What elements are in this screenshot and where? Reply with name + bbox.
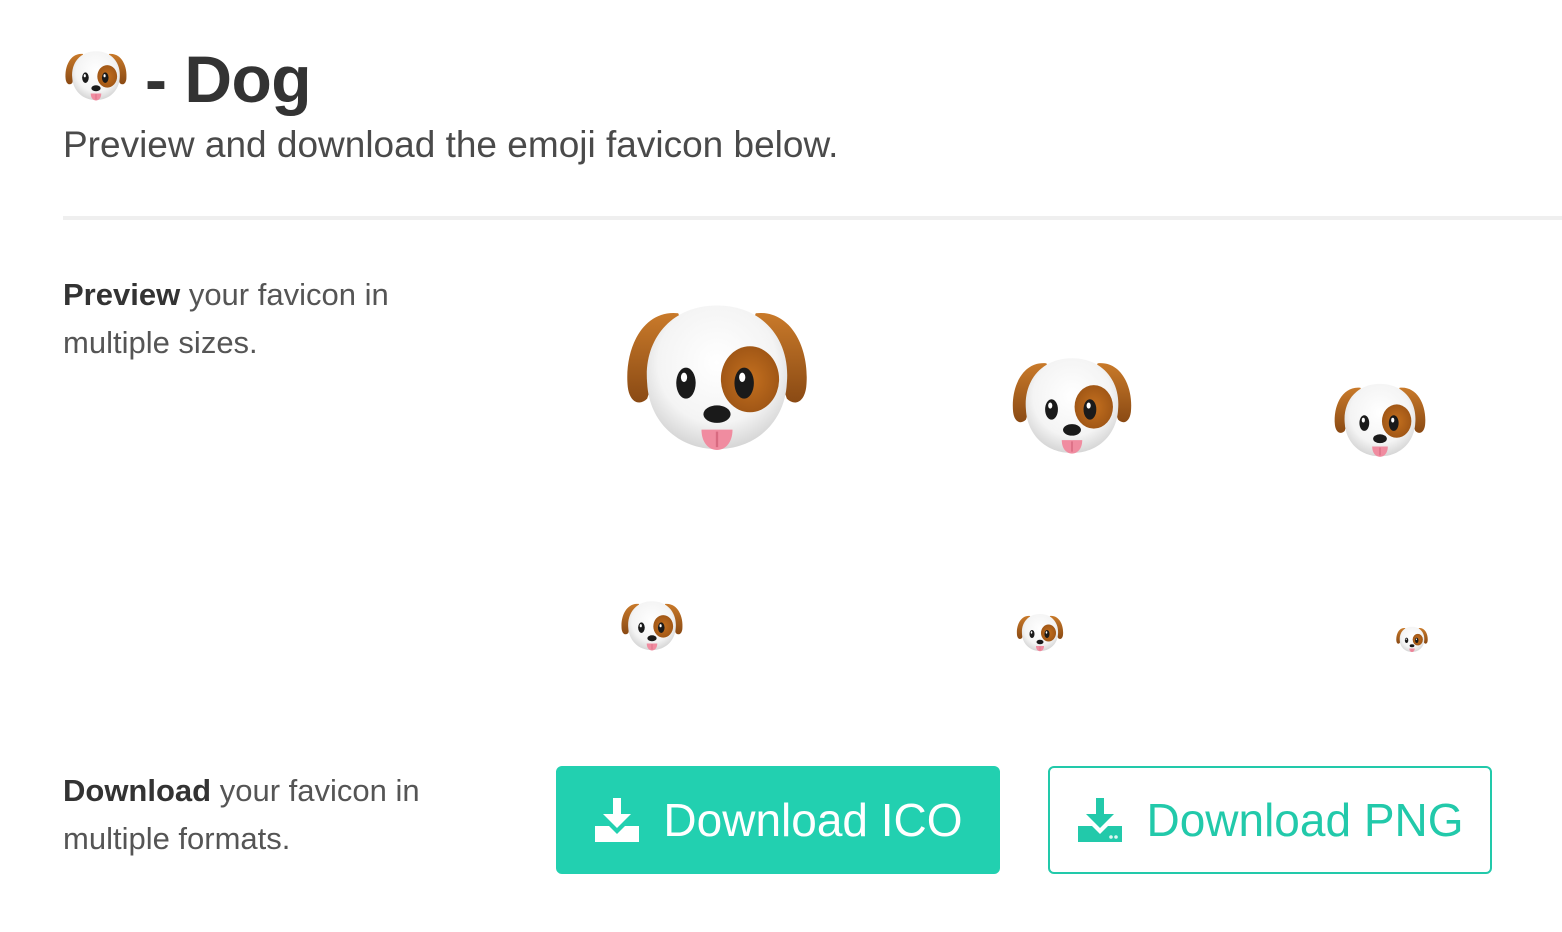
favicon-preview-small-icon: [1331, 376, 1429, 474]
download-png-button[interactable]: Download PNG: [1048, 766, 1492, 874]
favicon-preview-large-icon: [620, 290, 814, 484]
dog-face-icon: [63, 46, 129, 112]
favicon-preview-xxsmall-icon: [1015, 610, 1065, 660]
favicon-preview-medium-icon: [1008, 348, 1136, 476]
page-subtitle: Preview and download the emoji favicon b…: [63, 124, 839, 165]
page-header: - Dog Preview and download the emoji fav…: [63, 40, 838, 166]
download-ico-button[interactable]: Download ICO: [556, 766, 1000, 874]
download-label-bold: Download: [63, 773, 212, 808]
download-ico-label: Download ICO: [663, 794, 963, 846]
download-label: Download your favicon in multiple format…: [63, 767, 483, 863]
divider: [63, 216, 1562, 220]
preview-label-bold: Preview: [63, 277, 181, 312]
page: - Dog Preview and download the emoji fav…: [0, 0, 1562, 932]
favicon-preview-tiny-icon: [1395, 624, 1429, 658]
download-png-label: Download PNG: [1146, 794, 1464, 846]
download-icon: [593, 798, 641, 842]
preview-label: Preview your favicon in multiple sizes.: [63, 271, 483, 367]
title-row: - Dog: [63, 40, 838, 118]
favicon-preview-xsmall-icon: [619, 596, 685, 662]
download-icon: [1076, 798, 1124, 842]
page-title: - Dog: [145, 42, 312, 116]
